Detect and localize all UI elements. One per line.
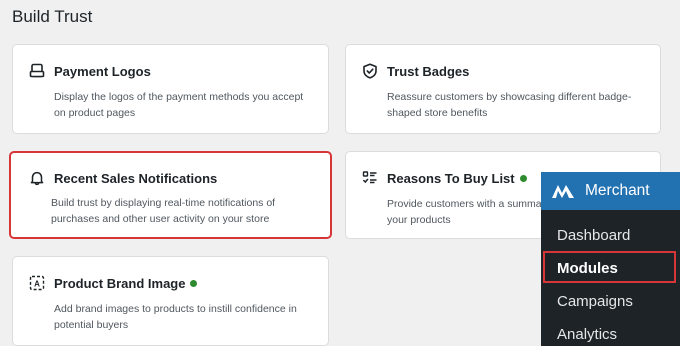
card-title: Product Brand Image bbox=[54, 275, 186, 291]
merchant-logo-icon bbox=[552, 182, 574, 200]
card-trust-badges[interactable]: Trust Badges Reassure customers by showc… bbox=[345, 44, 661, 134]
card-recent-sales-notifications[interactable]: Recent Sales Notifications Build trust b… bbox=[9, 151, 332, 239]
svg-text:A: A bbox=[34, 279, 40, 288]
shield-check-icon bbox=[362, 63, 378, 79]
card-description: Reassure customers by showcasing differe… bbox=[387, 91, 632, 119]
payment-card-icon bbox=[29, 63, 45, 79]
card-payment-logos[interactable]: Payment Logos Display the logos of the p… bbox=[12, 44, 329, 134]
modules-highlight-box bbox=[543, 251, 676, 283]
active-status-dot bbox=[519, 174, 527, 182]
card-title: Trust Badges bbox=[387, 63, 470, 79]
active-status-dot bbox=[190, 279, 198, 287]
brand-image-icon: A bbox=[29, 275, 45, 291]
card-title: Reasons To Buy List bbox=[387, 170, 515, 186]
menu-item-campaigns[interactable]: Campaigns bbox=[557, 293, 633, 310]
card-description: Display the logos of the payment methods… bbox=[54, 91, 304, 119]
card-title: Recent Sales Notifications bbox=[54, 170, 218, 186]
card-title: Payment Logos bbox=[54, 63, 151, 79]
card-product-brand-image[interactable]: A Product Brand Image Add brand images t… bbox=[12, 256, 329, 346]
bell-icon bbox=[29, 170, 45, 186]
card-description: Add brand images to products to instill … bbox=[54, 303, 297, 331]
section-title: Build Trust bbox=[12, 7, 93, 26]
card-description: Build trust by displaying real-time noti… bbox=[51, 197, 276, 225]
menu-item-analytics[interactable]: Analytics bbox=[557, 326, 617, 343]
admin-menu-header[interactable]: Merchant bbox=[541, 172, 680, 210]
admin-menu-title: Merchant bbox=[585, 182, 650, 199]
menu-item-dashboard[interactable]: Dashboard bbox=[557, 227, 630, 244]
checklist-icon bbox=[362, 170, 378, 186]
